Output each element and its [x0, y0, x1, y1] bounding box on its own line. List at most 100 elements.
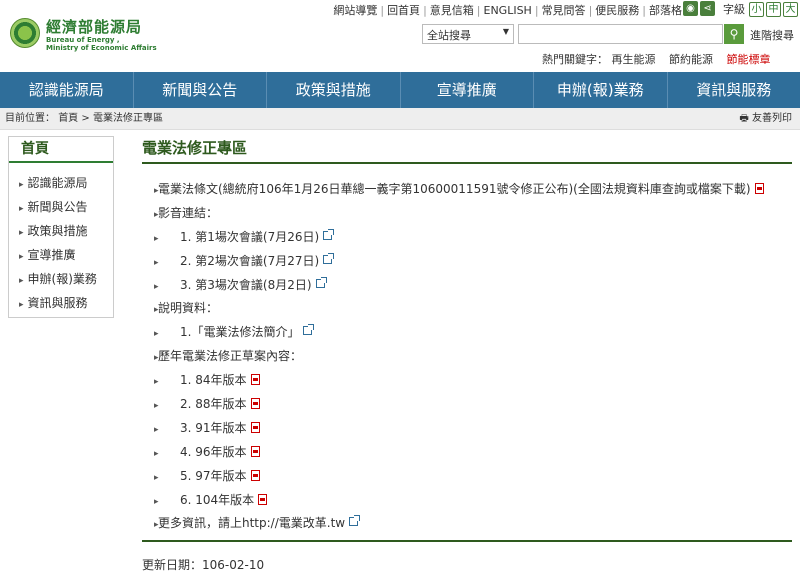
content-divider	[142, 540, 792, 542]
nav-item-news[interactable]: 新聞與公告	[134, 72, 267, 108]
sub-list-item: ▸ 1.「電業法修法簡介」	[142, 320, 792, 344]
top-links: 網站導覽 | 回首頁 | 意見信箱 | ENGLISH | 常見問答 | 便民服務 | 部落格	[333, 2, 682, 18]
print-button[interactable]: 🖶 友善列印	[739, 108, 792, 130]
entry-link[interactable]: 5. 97年版本	[180, 469, 247, 483]
logo-name-en-2: Ministry of Economic Affairs	[46, 44, 157, 52]
entry-link[interactable]: 2. 第2場次會議(7月27日)	[180, 254, 319, 268]
font-size-medium-button[interactable]: 中	[766, 1, 781, 17]
entry-link[interactable]: 1.「電業法修法簡介」	[180, 325, 299, 339]
nav-item-applications[interactable]: 申辦(報)業務	[534, 72, 668, 108]
font-size-switcher: 字級 小 中 大	[723, 1, 798, 17]
top-link-services[interactable]: 便民服務	[595, 4, 639, 17]
bullet-icon: ▸	[154, 233, 159, 244]
sidebar-item-policy[interactable]: 政策與措施	[9, 219, 113, 243]
breadcrumb: 目前位置： 首頁 > 電業法修正專區 🖶 友善列印	[0, 108, 800, 130]
entry-link[interactable]: 電業法條文(總統府106年1月26日華總一義字第10600011591號令修正公…	[158, 182, 751, 196]
entry-link[interactable]: 1. 84年版本	[180, 373, 247, 387]
list-item: ▸電業法條文(總統府106年1月26日華總一義字第10600011591號令修正…	[142, 177, 792, 201]
breadcrumb-prefix: 目前位置：	[5, 113, 55, 124]
breadcrumb-home[interactable]: 首頁	[58, 113, 78, 124]
pdf-icon[interactable]	[250, 421, 260, 433]
external-link-icon[interactable]	[349, 515, 361, 527]
chevron-down-icon: ▼	[502, 27, 509, 36]
entry-link[interactable]: 3. 91年版本	[180, 421, 247, 435]
nav-item-about[interactable]: 認識能源局	[0, 72, 134, 108]
divider: |	[588, 4, 593, 17]
pdf-icon[interactable]	[754, 183, 764, 194]
sidebar-item-applications[interactable]: 申辦(報)業務	[9, 267, 113, 291]
advanced-search-link[interactable]: 進階搜尋	[750, 27, 794, 43]
rss-icon[interactable]: ◉	[683, 1, 698, 16]
external-link-icon[interactable]	[303, 324, 315, 336]
entry-link[interactable]: 2. 88年版本	[180, 397, 247, 411]
entry-link[interactable]: 更多資訊，請上http://電業改革.tw	[158, 516, 345, 530]
pdf-icon[interactable]	[250, 469, 260, 481]
search-button[interactable]: ⚲	[724, 24, 744, 44]
entry-link[interactable]: 3. 第3場次會議(8月2日)	[180, 278, 312, 292]
sidebar-item-news[interactable]: 新聞與公告	[9, 195, 113, 219]
bullet-icon: ▸	[154, 472, 159, 483]
external-link-icon[interactable]	[323, 252, 335, 264]
top-link-faq[interactable]: 常見問答	[542, 4, 586, 17]
sidebar: 首頁 認識能源局 新聞與公告 政策與措施 宣導推廣 申辦(報)業務 資訊與服務	[8, 136, 114, 318]
hot-keyword[interactable]: 節約能源	[669, 53, 713, 66]
list-item: ▸影音連結：	[142, 201, 792, 225]
hot-keywords-label: 熱門關鍵字：	[542, 53, 608, 66]
sidebar-item-about[interactable]: 認識能源局	[9, 171, 113, 195]
entry-link[interactable]: 4. 96年版本	[180, 445, 247, 459]
top-link-feedback[interactable]: 意見信箱	[430, 4, 474, 17]
bullet-icon: ▸	[154, 401, 159, 412]
bullet-icon: ▸	[154, 353, 159, 364]
nav-item-promotion[interactable]: 宣導推廣	[401, 72, 534, 108]
logo-emblem-icon	[10, 18, 40, 48]
external-link-icon[interactable]	[315, 276, 327, 288]
search-scope-value: 全站搜尋	[427, 29, 471, 42]
main-content: 電業法修正專區 ▸電業法條文(總統府106年1月26日華總一義字第1060001…	[142, 136, 792, 572]
sub-list-item: ▸ 5. 97年版本	[142, 464, 792, 488]
top-link-english[interactable]: ENGLISH	[484, 4, 532, 17]
bullet-icon: ▸	[154, 186, 159, 196]
hot-keyword[interactable]: 節能標章	[727, 53, 771, 66]
entry-link[interactable]: 6. 104年版本	[180, 493, 254, 507]
divider: |	[423, 4, 427, 17]
sub-list-item: ▸ 3. 第3場次會議(8月2日)	[142, 273, 792, 297]
print-label: 友善列印	[752, 113, 792, 124]
pdf-icon[interactable]	[250, 445, 260, 457]
sidebar-item-promotion[interactable]: 宣導推廣	[9, 243, 113, 267]
nav-item-policy[interactable]: 政策與措施	[267, 72, 401, 108]
font-size-small-button[interactable]: 小	[749, 1, 764, 17]
share-icon[interactable]: ⋖	[700, 1, 715, 16]
bullet-icon: ▸	[154, 281, 159, 292]
nav-item-info[interactable]: 資訊與服務	[668, 72, 800, 108]
entry-link: 影音連結：	[158, 205, 219, 220]
top-link-home[interactable]: 回首頁	[387, 4, 420, 17]
font-size-large-button[interactable]: 大	[783, 1, 798, 17]
site-logo[interactable]: 經濟部能源局 Bureau of Energy , Ministry of Ec…	[10, 14, 157, 54]
sub-list-item: ▸ 2. 88年版本	[142, 392, 792, 416]
bullet-icon: ▸	[154, 448, 159, 459]
external-link-icon[interactable]	[323, 228, 335, 240]
bullet-icon: ▸	[154, 496, 159, 507]
logo-name-en-1: Bureau of Energy ,	[46, 36, 120, 44]
main-nav: 認識能源局 新聞與公告 政策與措施 宣導推廣 申辦(報)業務 資訊與服務	[0, 72, 800, 108]
pdf-icon[interactable]	[250, 398, 260, 410]
search-scope-select[interactable]: 全站搜尋 ▼	[422, 24, 514, 44]
pdf-icon[interactable]	[250, 374, 260, 386]
divider: |	[534, 4, 539, 17]
bullet-icon: ▸	[154, 424, 159, 435]
search-icon: ⚲	[729, 27, 739, 41]
sidebar-item-info[interactable]: 資訊與服務	[9, 291, 113, 315]
sidebar-title[interactable]: 首頁	[9, 137, 113, 163]
bullet-icon: ▸	[154, 329, 159, 340]
top-link-sitemap[interactable]: 網站導覽	[333, 4, 377, 17]
hot-keyword[interactable]: 再生能源	[612, 53, 656, 66]
pdf-icon[interactable]	[258, 493, 268, 505]
divider: |	[476, 4, 481, 17]
logo-name-cn: 經濟部能源局	[46, 18, 143, 36]
top-link-blog[interactable]: 部落格	[649, 4, 682, 17]
bullet-icon: ▸	[154, 209, 159, 220]
entry-link: 歷年電業法修正草案內容：	[158, 349, 303, 364]
sub-list-item: ▸ 1. 第1場次會議(7月26日)	[142, 225, 792, 249]
entry-link[interactable]: 1. 第1場次會議(7月26日)	[180, 230, 319, 244]
search-input[interactable]	[518, 24, 723, 44]
